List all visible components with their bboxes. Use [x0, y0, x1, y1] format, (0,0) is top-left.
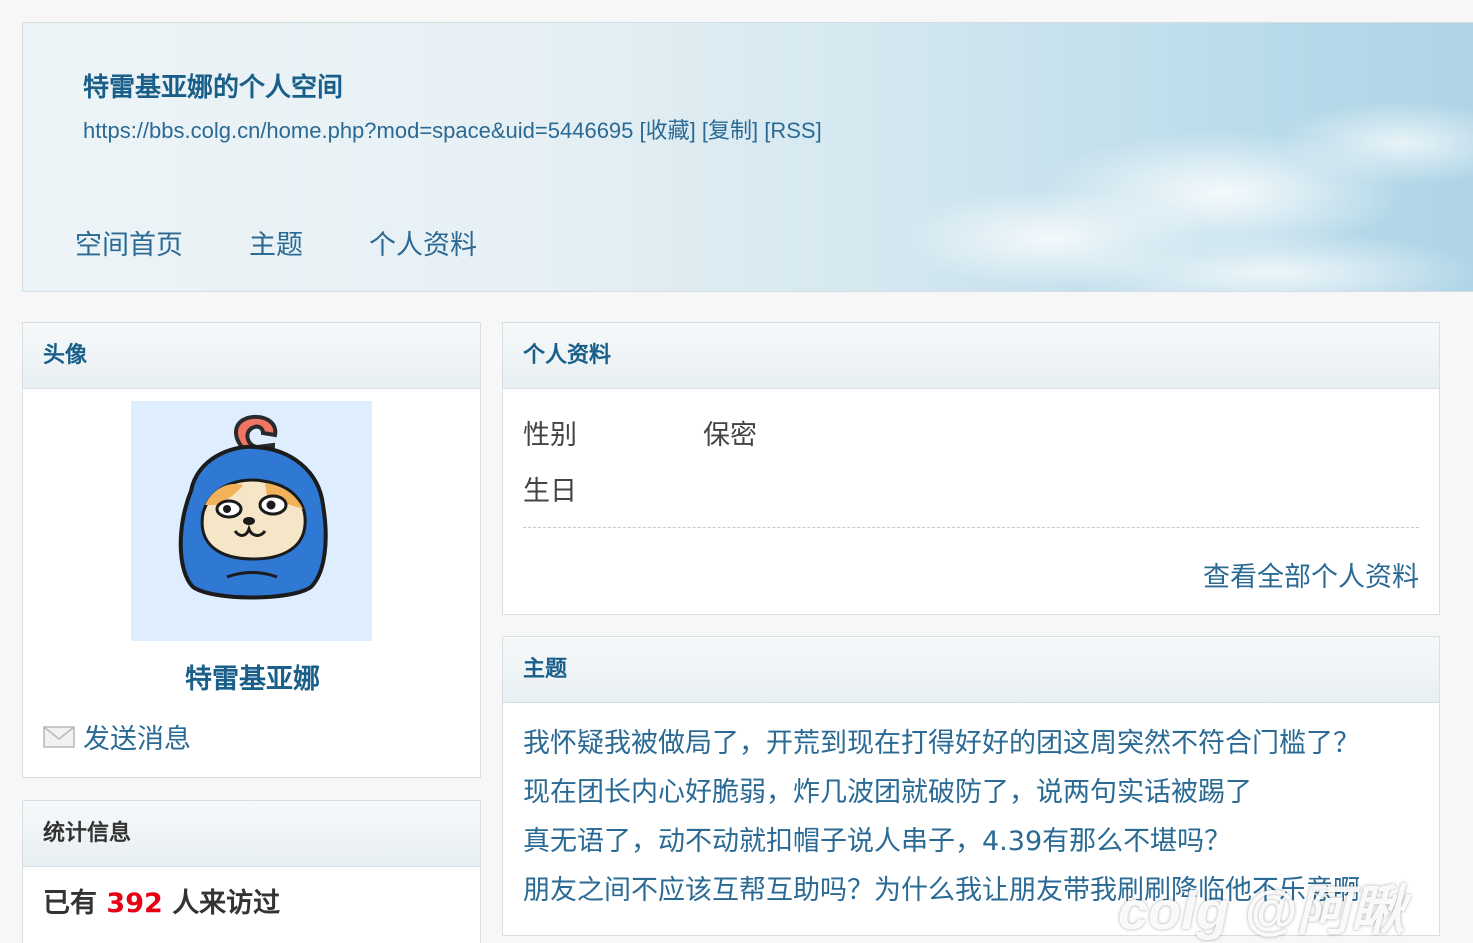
rss-link[interactable]: [RSS]: [764, 118, 821, 143]
avatar-panel-heading: 头像: [23, 323, 480, 389]
profile-label: 生日: [523, 476, 577, 507]
avatar-image: [178, 414, 328, 600]
profile-panel-heading: 个人资料: [503, 323, 1439, 389]
space-nav: 空间首页 主题 个人资料: [75, 223, 543, 262]
space-url: https://bbs.colg.cn/home.php?mod=space&u…: [83, 118, 634, 143]
profile-value: 保密: [703, 420, 757, 451]
profile-panel: 个人资料 性别 保密 生日 查看全部个人资料: [502, 322, 1440, 615]
watermark: colg @阿瞅: [1118, 881, 1405, 941]
visit-count: 392: [106, 888, 163, 919]
nav-topics[interactable]: 主题: [249, 223, 303, 262]
mail-icon: [43, 725, 75, 748]
avatar[interactable]: [131, 401, 372, 641]
space-url-line: https://bbs.colg.cn/home.php?mod=space&u…: [83, 113, 822, 145]
topic-link[interactable]: 现在团长内心好脆弱，炸几波团就破防了，说两句实话被踢了: [523, 768, 1360, 817]
topic-link[interactable]: 真无语了，动不动就扣帽子说人串子，4.39有那么不堪吗？: [523, 817, 1360, 866]
visit-stats: 已有 392 人来访过: [43, 881, 280, 920]
avatar-panel: 头像 特雷基亚娜 发送消息: [22, 322, 481, 778]
view-all-profile-link[interactable]: 查看全部个人资料: [1203, 555, 1419, 594]
copy-link[interactable]: [复制]: [702, 118, 758, 143]
username[interactable]: 特雷基亚娜: [23, 657, 482, 696]
profile-label: 性别: [523, 420, 577, 451]
space-header: 特雷基亚娜的个人空间 https://bbs.colg.cn/home.php?…: [22, 22, 1473, 292]
nav-home[interactable]: 空间首页: [75, 223, 183, 262]
visit-suffix: 人来访过: [172, 888, 281, 919]
send-message-label: 发送消息: [83, 724, 191, 755]
topic-link[interactable]: 我怀疑我被做局了，开荒到现在打得好好的团这周突然不符合门槛了？: [523, 719, 1360, 768]
profile-row-gender: 性别 保密: [523, 413, 757, 452]
favorite-link[interactable]: [收藏]: [640, 118, 696, 143]
topics-panel-heading: 主题: [503, 637, 1439, 703]
send-message-button[interactable]: 发送消息: [43, 717, 191, 756]
visit-prefix: 已有: [43, 888, 97, 919]
stats-panel-heading: 统计信息: [23, 801, 480, 867]
stats-panel: 统计信息 已有 392 人来访过: [22, 800, 481, 943]
space-title[interactable]: 特雷基亚娜的个人空间: [83, 67, 343, 104]
profile-row-birthday: 生日: [523, 469, 703, 508]
divider: [523, 527, 1419, 528]
nav-profile[interactable]: 个人资料: [369, 223, 477, 262]
